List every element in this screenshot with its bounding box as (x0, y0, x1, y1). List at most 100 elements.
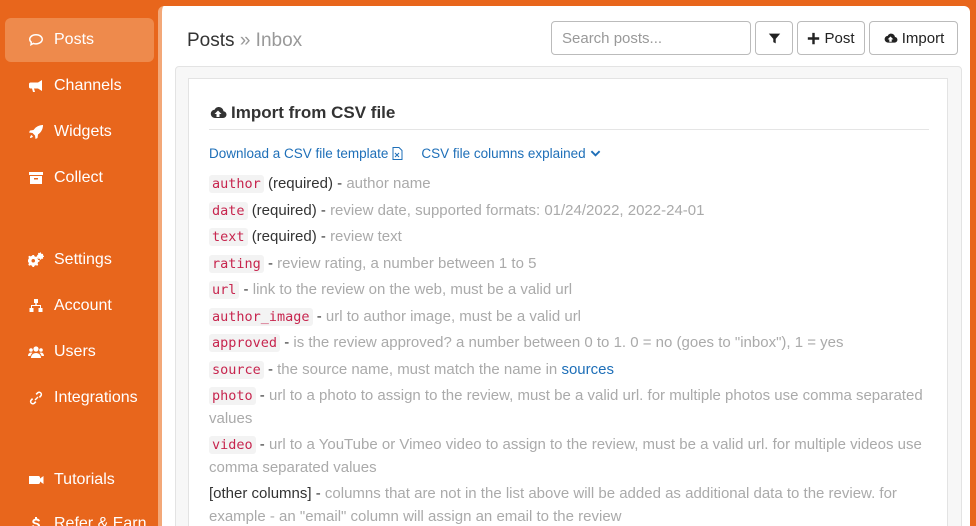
sidebar-item-label: Settings (54, 251, 112, 268)
import-label: Import (901, 29, 945, 47)
add-post-label: Post (824, 29, 855, 47)
main-panel: Posts » Inbox Post Import Import from CS… (158, 6, 970, 526)
column-name: photo (209, 387, 256, 405)
column-row-date: date (required) - review date, supported… (209, 200, 924, 223)
column-row-source: source - the source name, must match the… (209, 359, 924, 382)
users-icon (27, 343, 45, 361)
column-separator: - (312, 307, 326, 325)
column-row-url: url - link to the review on the web, mus… (209, 279, 924, 302)
column-name: rating (209, 254, 264, 273)
sources-link[interactable]: sources (561, 361, 614, 378)
sidebar-item-label: Collect (54, 169, 103, 186)
breadcrumb-separator: » (239, 30, 251, 51)
column-row-author: author (required) - author name (209, 173, 924, 196)
sidebar-item-tutorials[interactable]: Tutorials (5, 458, 154, 502)
cloud-upload-icon (210, 107, 227, 118)
file-excel-icon (392, 147, 403, 160)
import-title-text: Import from CSV file (231, 103, 396, 122)
filter-icon (768, 33, 780, 43)
import-title: Import from CSV file (209, 103, 395, 123)
import-panel: Import from CSV file Download a CSV file… (175, 66, 962, 526)
chevron-down-icon (590, 150, 600, 157)
sidebar-item-label: Posts (54, 31, 95, 48)
column-separator: - (316, 228, 331, 245)
sidebar-item-collect[interactable]: Collect (5, 156, 154, 200)
column-separator: - (255, 387, 269, 404)
download-template-label: Download a CSV file template (209, 146, 389, 161)
column-required: (required) (251, 201, 317, 219)
columns-list: author (required) - author name date (re… (209, 173, 924, 526)
sidebar-item-label: Channels (54, 77, 122, 94)
column-name: approved (209, 334, 281, 352)
column-description: is the review approved? a number between… (293, 334, 844, 351)
column-row-video: video - url to a YouTube or Vimeo video … (209, 434, 924, 479)
column-separator: - (316, 201, 331, 219)
column-description: link to the review on the web, must be a… (252, 281, 573, 298)
column-name: text (209, 228, 248, 246)
sidebar-item-widgets[interactable]: Widgets (5, 110, 154, 154)
sidebar-item-users[interactable]: Users (5, 330, 154, 374)
column-description: the source name, must match the name in … (277, 360, 614, 378)
sidebar-item-label: Refer & Earn (54, 515, 147, 526)
column-name: author (209, 175, 264, 193)
column-name: source (209, 360, 264, 379)
download-template-link[interactable]: Download a CSV file template (209, 146, 403, 161)
cloud-upload-icon (884, 33, 898, 43)
breadcrumb-current: Inbox (255, 30, 303, 51)
megaphone-icon (27, 77, 45, 95)
sidebar-item-posts[interactable]: Posts (5, 18, 154, 62)
column-separator: - (239, 281, 253, 298)
column-name: url (209, 281, 240, 299)
import-links: Download a CSV file template CSV file co… (209, 146, 601, 161)
dollar-icon (27, 515, 45, 526)
sidebar-item-label: Widgets (54, 123, 112, 140)
column-required: (required) (267, 175, 333, 192)
sidebar-item-integrations[interactable]: Integrations (5, 376, 154, 420)
other-columns-label: [other columns] (209, 485, 312, 502)
sidebar-item-label: Account (54, 297, 112, 314)
sidebar-item-label: Users (54, 343, 96, 360)
column-row-approved: approved - is the review approved? a num… (209, 332, 924, 355)
column-description: author name (346, 175, 431, 192)
column-description: url to a photo to assign to the review, … (209, 387, 923, 427)
column-description: review text (330, 228, 402, 245)
import-card: Import from CSV file Download a CSV file… (188, 78, 948, 526)
breadcrumb-root[interactable]: Posts (187, 30, 235, 51)
column-description: url to author image, must be a valid url (325, 307, 582, 325)
column-separator: - (332, 175, 347, 192)
search-input[interactable] (551, 21, 751, 55)
sidebar-item-account[interactable]: Account (5, 284, 154, 328)
columns-explained-link[interactable]: CSV file columns explained (421, 146, 600, 161)
sidebar-item-label: Integrations (54, 389, 138, 406)
column-separator: - (263, 254, 278, 272)
sidebar-item-channels[interactable]: Channels (5, 64, 154, 108)
sitemap-icon (27, 297, 45, 315)
column-separator: - (263, 360, 278, 378)
column-row-other: [other columns] - columns that are not i… (209, 483, 924, 526)
breadcrumb: Posts » Inbox (187, 30, 302, 52)
column-name: author_image (209, 307, 313, 326)
rocket-icon (27, 123, 45, 141)
plus-icon (808, 32, 820, 44)
import-button[interactable]: Import (869, 21, 958, 55)
column-description: review date, supported formats: 01/24/20… (330, 201, 705, 219)
add-post-button[interactable]: Post (797, 21, 865, 55)
column-name: video (209, 436, 256, 454)
sidebar-item-settings[interactable]: Settings (5, 238, 154, 282)
column-row-rating: rating - review rating, a number between… (209, 253, 924, 276)
video-icon (27, 471, 45, 489)
sidebar: Posts Channels Widgets Collect Settings … (0, 0, 158, 526)
column-description: url to a YouTube or Vimeo video to assig… (209, 436, 922, 476)
archive-icon (27, 169, 45, 187)
column-name: date (209, 201, 248, 220)
column-row-photo: photo - url to a photo to assign to the … (209, 385, 924, 430)
column-separator: - (311, 485, 325, 502)
comment-icon (27, 31, 45, 49)
column-row-author-image: author_image - url to author image, must… (209, 306, 924, 329)
sidebar-item-refer[interactable]: Refer & Earn (5, 502, 154, 526)
column-description: review rating, a number between 1 to 5 (277, 254, 537, 272)
column-separator: - (255, 436, 269, 453)
sidebar-item-label: Tutorials (54, 471, 115, 488)
filter-button[interactable] (755, 21, 793, 55)
column-required: (required) (251, 228, 317, 245)
